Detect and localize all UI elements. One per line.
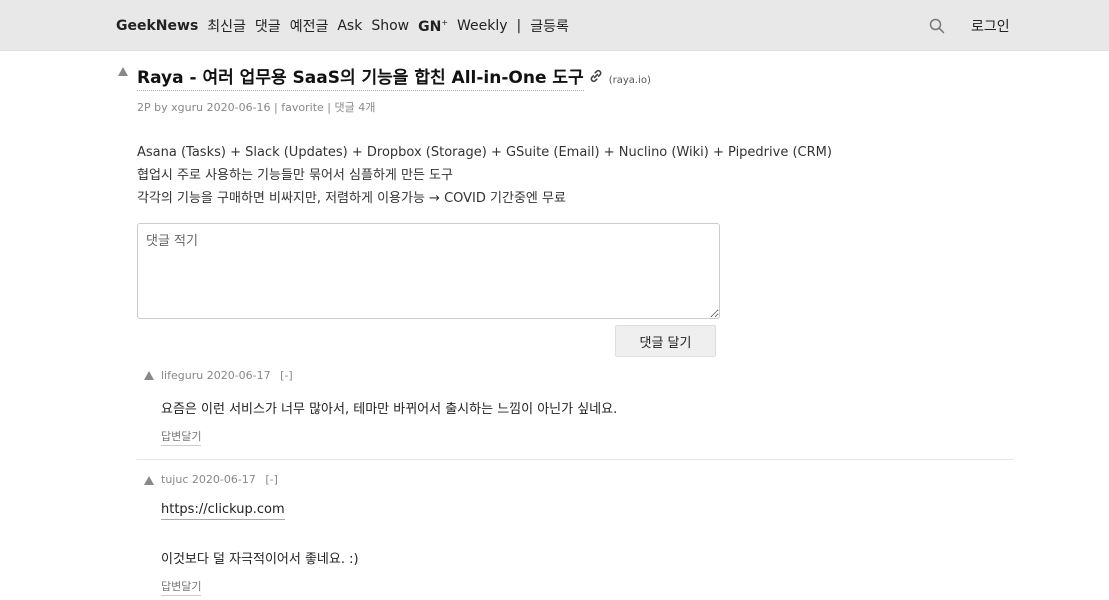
post-domain[interactable]: (raya.io)	[609, 75, 651, 86]
nav-item-show[interactable]: Show	[371, 18, 409, 34]
comment-count-link[interactable]: 댓글 4개	[335, 101, 376, 114]
reply-link[interactable]: 답변달기	[161, 578, 202, 596]
meta-separator: |	[327, 101, 331, 114]
post-meta: 2P by xguru 2020-06-16 | favorite | 댓글 4…	[137, 99, 375, 115]
post-description: Asana (Tasks) + Slack (Updates) + Dropbo…	[137, 141, 832, 210]
comment-divider	[137, 459, 1014, 460]
comment-url-link[interactable]: https://clickup.com	[161, 502, 285, 520]
favorite-link[interactable]: favorite	[281, 101, 324, 114]
comment-upvote-icon[interactable]	[144, 476, 154, 485]
comment-link-line: https://clickup.com	[161, 502, 285, 520]
post-title-row: Raya - 여러 업무용 SaaS의 기능을 합친 All-in-One 도구…	[137, 63, 651, 91]
nav-separator: |	[516, 18, 522, 34]
comment-header: lifeguru 2020-06-17 [-]	[161, 369, 293, 382]
external-link-icon[interactable]	[589, 69, 603, 83]
comment-header: tujuc 2020-06-17 [-]	[161, 473, 278, 486]
main-nav: GeekNews 최신글 댓글 예전글 Ask Show GN+ Weekly …	[116, 16, 578, 36]
gn-label: GN	[418, 18, 442, 35]
nav-item-weekly[interactable]: Weekly	[457, 18, 508, 34]
brand-logo-link[interactable]: GeekNews	[116, 18, 198, 34]
comment-textarea[interactable]	[137, 223, 720, 319]
nav-item-ask[interactable]: Ask	[337, 18, 362, 34]
top-navigation-bar: GeekNews 최신글 댓글 예전글 Ask Show GN+ Weekly …	[0, 0, 1109, 51]
comment-date[interactable]: 2020-06-17	[192, 473, 256, 486]
comment-user[interactable]: tujuc	[161, 473, 188, 486]
post-date[interactable]: 2020-06-16	[207, 101, 271, 114]
comment-upvote-icon[interactable]	[144, 371, 154, 380]
comment-text: 요즘은 이런 서비스가 너무 많아서, 테마만 바뀌어서 출시하는 느낌이 아닌…	[161, 402, 618, 417]
collapse-toggle[interactable]: [-]	[280, 369, 293, 382]
post-upvote-icon[interactable]	[118, 67, 128, 76]
description-line: 각각의 기능을 구매하면 비싸지만, 저렴하게 이용가능 → COVID 기간중…	[137, 191, 566, 206]
nav-item-submit[interactable]: 글등록	[530, 16, 569, 36]
search-icon[interactable]	[929, 18, 945, 34]
comment-user[interactable]: lifeguru	[161, 369, 203, 382]
login-link[interactable]: 로그인	[971, 16, 1010, 36]
reply-link[interactable]: 답변달기	[161, 428, 202, 446]
nav-item-past[interactable]: 예전글	[290, 16, 329, 36]
collapse-toggle[interactable]: [-]	[265, 473, 278, 486]
nav-item-latest[interactable]: 최신글	[207, 16, 246, 36]
comment-date[interactable]: 2020-06-17	[207, 369, 271, 382]
gn-plus-sup: +	[441, 17, 449, 27]
comment-text: 이것보다 덜 자극적이어서 좋네요. :)	[161, 552, 359, 567]
submit-comment-button[interactable]: 댓글 달기	[615, 325, 716, 357]
post-points: 2P	[137, 101, 151, 114]
nav-item-gn-plus[interactable]: GN+	[418, 18, 448, 35]
nav-item-comments[interactable]: 댓글	[255, 16, 281, 36]
meta-separator: |	[274, 101, 278, 114]
post-author[interactable]: xguru	[171, 101, 203, 114]
description-line: Asana (Tasks) + Slack (Updates) + Dropbo…	[137, 145, 832, 160]
post-title-link[interactable]: Raya - 여러 업무용 SaaS의 기능을 합친 All-in-One 도구	[137, 63, 584, 91]
post-by-label: by	[154, 101, 168, 114]
description-line: 협업시 주로 사용하는 기능들만 묶어서 심플하게 만든 도구	[137, 168, 453, 183]
